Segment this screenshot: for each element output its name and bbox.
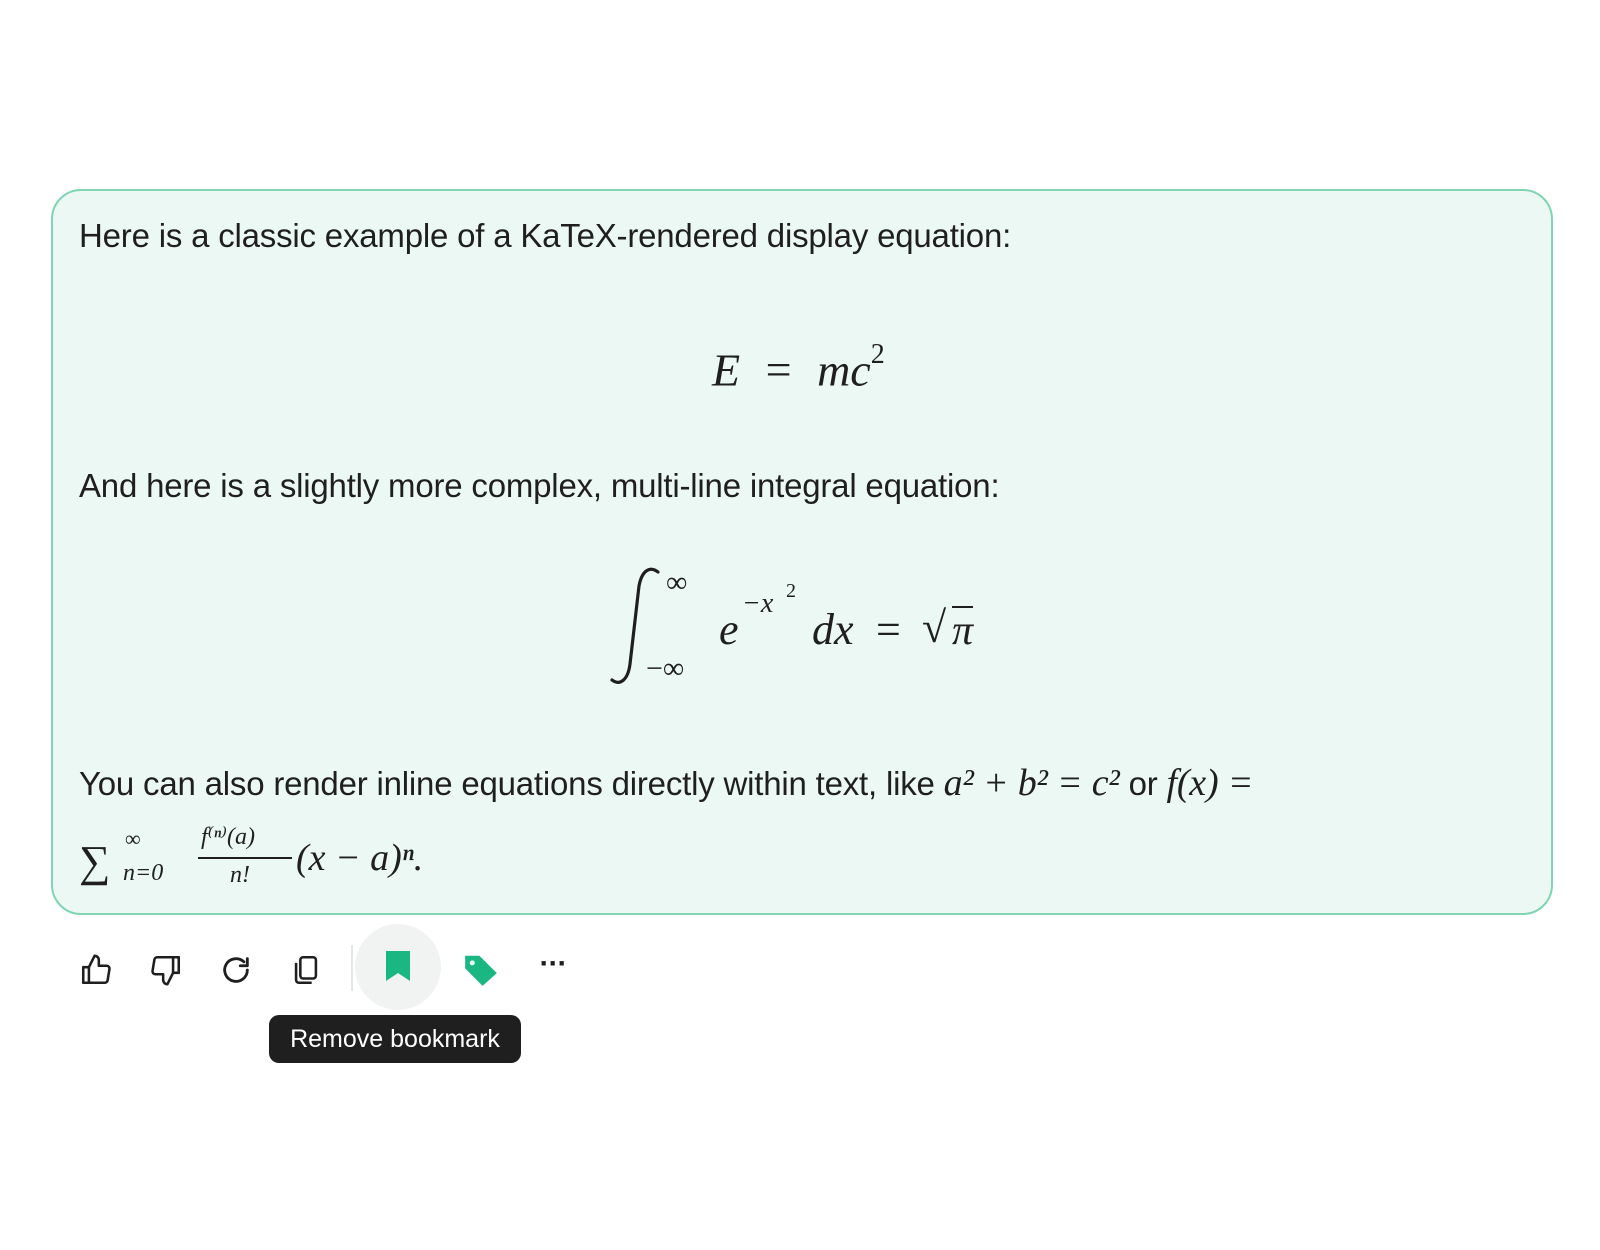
connector-text: or (1128, 765, 1158, 802)
integral-upper-limit: ∞ (666, 566, 688, 599)
more-icon: ··· (539, 947, 568, 980)
radical-sign: √ (922, 603, 947, 652)
tag-button[interactable] (456, 945, 506, 995)
intro-text: Here is a classic example of a KaTeX-ren… (79, 217, 1012, 254)
regenerate-button[interactable] (211, 945, 261, 995)
display-equation-1: E = mc2 (712, 333, 885, 398)
thumbs-up-button[interactable] (71, 945, 121, 995)
inline-eq-taylor-start: f(x) = (1166, 762, 1254, 804)
regenerate-icon (223, 957, 249, 983)
remove-bookmark-tooltip: Remove bookmark (269, 1015, 521, 1063)
radicand: π (952, 606, 974, 654)
eq1-exponent: 2 (870, 339, 885, 370)
sum-lower: n=0 (123, 860, 164, 886)
fraction-bar (198, 857, 292, 859)
third-text: You can also render inline equations dir… (79, 765, 935, 802)
integrand-exponent-power: 2 (786, 580, 796, 602)
thumbs-up-icon (81, 954, 111, 985)
eq2-equals: = (876, 605, 901, 654)
thumbs-down-icon (151, 955, 181, 986)
bookmark-icon (386, 951, 410, 981)
copy-button[interactable] (281, 945, 331, 995)
toolbar-divider (351, 945, 353, 991)
integral-lower-limit: −∞ (646, 652, 685, 685)
tag-icon (465, 955, 497, 986)
thumbs-down-button[interactable] (141, 945, 191, 995)
second-text: And here is a slightly more complex, mul… (79, 467, 1000, 504)
fraction-denominator: n! (230, 862, 250, 888)
integrand-base: e (719, 605, 739, 654)
sum-symbol: ∑ (79, 837, 111, 886)
fraction-numerator: f⁽ⁿ⁾(a) (201, 824, 255, 850)
third-text-line1: You can also render inline equations dir… (79, 763, 1253, 804)
taylor-tail: (x − a)ⁿ. (296, 837, 424, 879)
sum-upper: ∞ (125, 826, 141, 851)
inline-eq-pythagoras: a² + b² = c² (943, 762, 1120, 804)
integrand-exponent: −x (742, 588, 774, 619)
eq1-equals: = (765, 344, 792, 396)
more-options-button[interactable]: ··· (528, 945, 578, 995)
bookmark-button[interactable] (355, 924, 441, 1010)
copy-icon (294, 955, 318, 985)
differential: dx (812, 605, 854, 654)
eq1-rhs: mc (817, 344, 871, 396)
eq1-lhs: E (712, 344, 741, 396)
message-bubble (51, 189, 1553, 915)
